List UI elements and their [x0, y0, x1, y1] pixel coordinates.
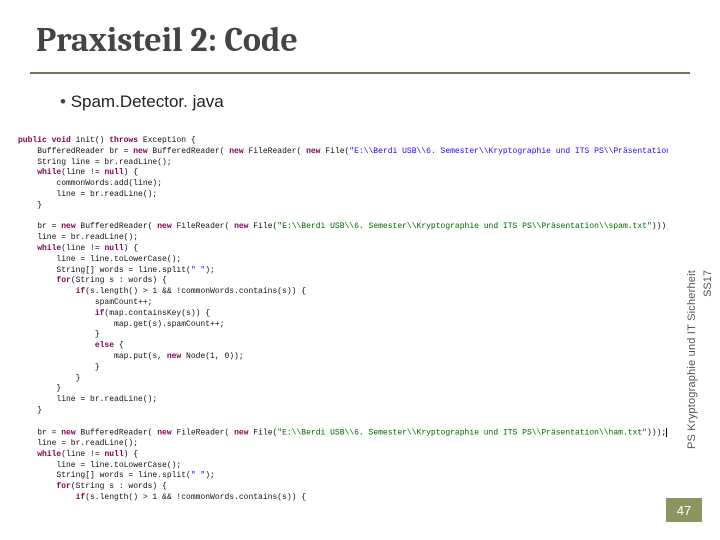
code-token: File(	[320, 147, 349, 156]
code-token: )));	[647, 428, 666, 437]
code-token: new	[234, 428, 248, 437]
code-token: new	[61, 428, 75, 437]
code-token: new	[157, 222, 171, 231]
code-token: while	[18, 168, 61, 177]
code-token: (line !=	[61, 168, 104, 177]
code-token: br =	[18, 428, 61, 437]
code-token: for	[18, 276, 71, 285]
side-label-course: PS Kryptographie und IT Sicherheit	[686, 270, 698, 449]
code-token: (s.length() > 1 && !commonWords.contains…	[85, 493, 306, 502]
code-token: "E:\\Berdi USB\\6. Semester\\Kryptograph…	[277, 222, 651, 231]
code-token: new	[167, 352, 181, 361]
code-token: map.put(s,	[18, 352, 167, 361]
code-token: }	[18, 384, 61, 393]
code-token: spamCount++;	[18, 298, 152, 307]
code-token: br =	[18, 222, 61, 231]
code-token: FileReader(	[172, 428, 234, 437]
bullet-filename: Spam.Detector. java	[60, 92, 660, 112]
code-token: line = line.toLowerCase();	[18, 255, 181, 264]
code-token: commonWords.add(line);	[18, 179, 162, 188]
code-token: if	[18, 493, 85, 502]
code-token: null	[104, 244, 123, 253]
code-token	[18, 417, 23, 426]
code-token: }	[18, 201, 42, 210]
code-token: File(	[248, 222, 277, 231]
code-token: BufferedReader(	[76, 222, 158, 231]
code-token: FileReader(	[244, 147, 306, 156]
code-token: );	[205, 266, 215, 275]
code-token: map.get(s).spamCount++;	[18, 320, 224, 329]
code-token: Node(1, 0));	[181, 352, 243, 361]
code-token: File(	[248, 428, 277, 437]
code-token: {	[114, 341, 124, 350]
code-token: String[] words = line.split(	[18, 471, 191, 480]
code-token: }	[18, 363, 100, 372]
slide: Praxisteil 2: Code Spam.Detector. java p…	[0, 0, 720, 540]
bullet-list: Spam.Detector. java	[0, 82, 720, 122]
code-token: line = br.readLine();	[18, 190, 157, 199]
code-token: while	[18, 450, 61, 459]
code-listing: public void init() throws Exception { Bu…	[18, 136, 668, 504]
code-token	[18, 212, 23, 221]
code-token: BufferedReader br =	[18, 147, 133, 156]
code-token: BufferedReader(	[76, 428, 158, 437]
code-token: throws	[109, 136, 138, 145]
title-divider	[30, 72, 690, 74]
code-token: }	[18, 330, 100, 339]
code-token: String[] words = line.split(	[18, 266, 191, 275]
code-token: (s.length() > 1 && !commonWords.contains…	[85, 287, 306, 296]
code-token: (line !=	[61, 244, 104, 253]
code-token: String line = br.readLine();	[18, 158, 172, 167]
code-token: );	[205, 471, 215, 480]
code-token: line = br.readLine();	[18, 439, 138, 448]
code-token: ) {	[124, 244, 138, 253]
page-number: 47	[666, 498, 702, 522]
code-token: line = line.toLowerCase();	[18, 461, 181, 470]
code-token: Exception {	[138, 136, 196, 145]
code-token: new	[234, 222, 248, 231]
code-token: if	[18, 309, 104, 318]
code-token: for	[18, 482, 71, 491]
code-token: " "	[191, 266, 205, 275]
code-token: else	[18, 341, 114, 350]
code-token: (String s : words) {	[71, 482, 167, 491]
code-token: "E:\\Berdi USB\\6. Semester\\Kryptograph…	[349, 147, 668, 156]
code-token: new	[229, 147, 243, 156]
code-token: public void	[18, 136, 71, 145]
code-token: (line !=	[61, 450, 104, 459]
text-cursor-icon	[666, 428, 667, 437]
code-token: " "	[191, 471, 205, 480]
code-token: )));	[652, 222, 668, 231]
code-token: new	[133, 147, 147, 156]
side-label-term: SS17	[702, 270, 714, 297]
code-token: null	[104, 450, 123, 459]
slide-title: Praxisteil 2: Code	[0, 0, 720, 68]
code-token: (map.containsKey(s)) {	[104, 309, 210, 318]
code-token: while	[18, 244, 61, 253]
code-token: new	[157, 428, 171, 437]
code-token: line = br.readLine();	[18, 395, 157, 404]
code-token: "E:\\Berdi USB\\6. Semester\\Kryptograph…	[277, 428, 647, 437]
code-token: ) {	[124, 168, 138, 177]
code-token: ) {	[124, 450, 138, 459]
code-token: }	[18, 374, 80, 383]
code-token: new	[61, 222, 75, 231]
code-token: if	[18, 287, 85, 296]
code-token: BufferedReader(	[148, 147, 230, 156]
code-token: null	[104, 168, 123, 177]
code-token: (String s : words) {	[71, 276, 167, 285]
code-token: new	[306, 147, 320, 156]
code-token: line = br.readLine();	[18, 233, 138, 242]
code-token: FileReader(	[172, 222, 234, 231]
code-token: }	[18, 406, 42, 415]
code-token: init()	[71, 136, 109, 145]
